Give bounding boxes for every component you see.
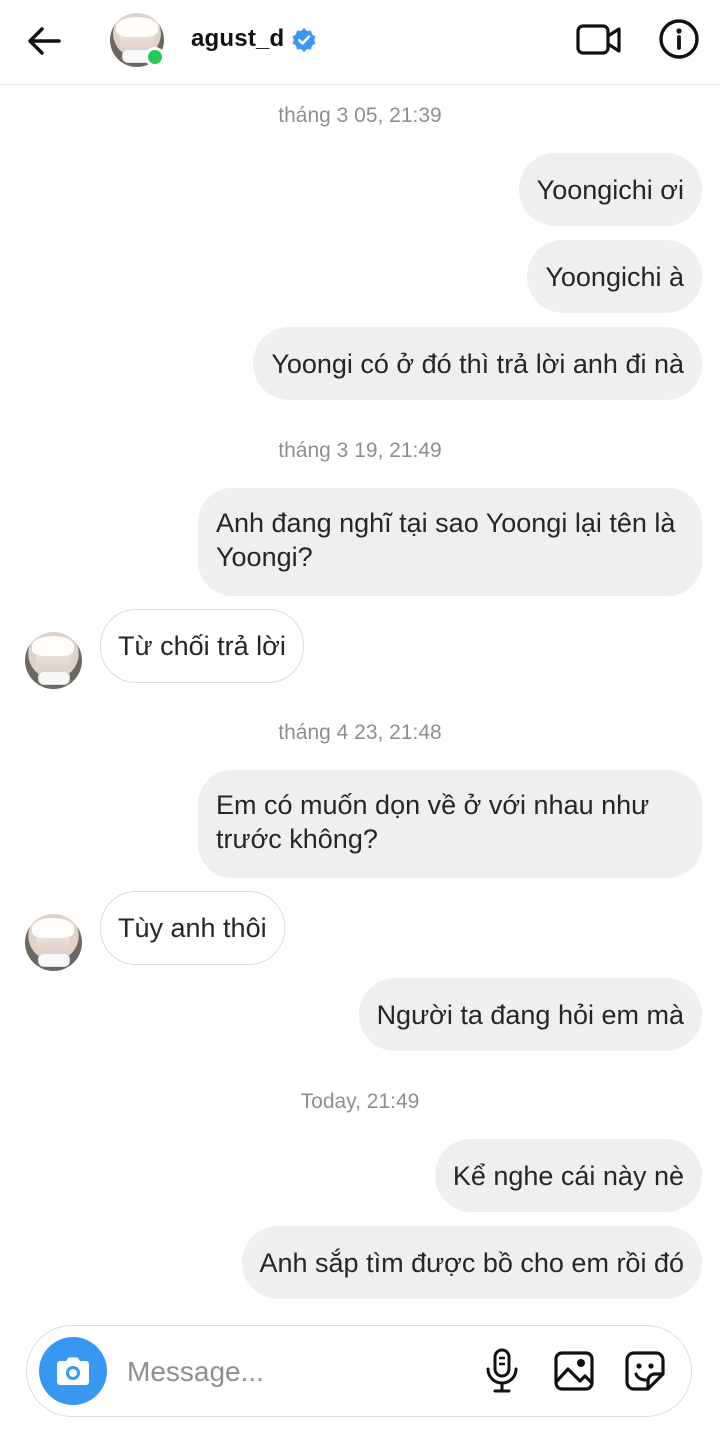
voice-message-button[interactable] [483,1348,521,1394]
avatar-hair [32,636,74,656]
sent-message[interactable]: Yoongichi ơi [518,153,702,226]
video-call-button[interactable] [575,19,623,61]
arrow-left-icon [28,27,61,55]
avatar-hair [116,17,158,37]
sent-message[interactable]: Anh sắp tìm được bồ cho em rồi đó [241,1226,702,1299]
camera-button[interactable] [39,1337,107,1405]
online-status-dot [145,47,165,67]
video-camera-icon [576,24,621,55]
camera-icon [57,1357,89,1385]
back-button[interactable] [22,22,66,60]
sent-message[interactable]: Người ta đang hỏi em mà [358,978,702,1051]
avatar-hair [32,918,74,938]
avatar[interactable] [25,632,82,689]
sent-message[interactable]: Kể nghe cái này nè [434,1139,702,1212]
sent-message[interactable]: Anh đang nghĩ tại sao Yoongi lại tên là … [198,488,702,596]
timestamp: Today, 21:49 [300,1090,420,1113]
timestamp: tháng 3 05, 21:39 [278,104,442,127]
received-message[interactable]: Tùy anh thôi [100,891,285,965]
received-message[interactable]: Từ chối trả lời [100,609,304,683]
timestamp: tháng 4 23, 21:48 [278,721,442,744]
sent-message[interactable]: Yoongi có ở đó thì trả lời anh đi nà [253,327,702,400]
info-button[interactable] [657,17,701,61]
info-icon [659,19,699,59]
avatar[interactable] [25,914,82,971]
avatar-mask [38,671,70,685]
chat-username[interactable]: agust_d [191,25,284,53]
gallery-icon [554,1351,594,1391]
sticker-icon [625,1351,665,1391]
sent-message[interactable]: Em có muốn dọn về ở với nhau như trước k… [198,770,702,878]
chat-header: agust_d [0,0,720,85]
message-composer [26,1325,692,1417]
sent-message[interactable]: Yoongichi à [527,240,702,313]
timestamp: tháng 3 19, 21:49 [278,439,442,462]
message-input[interactable] [125,1348,459,1396]
microphone-icon [486,1348,518,1393]
avatar-mask [38,953,70,967]
gallery-button[interactable] [553,1350,595,1392]
verified-badge-icon [292,28,316,52]
sticker-button[interactable] [624,1350,666,1392]
